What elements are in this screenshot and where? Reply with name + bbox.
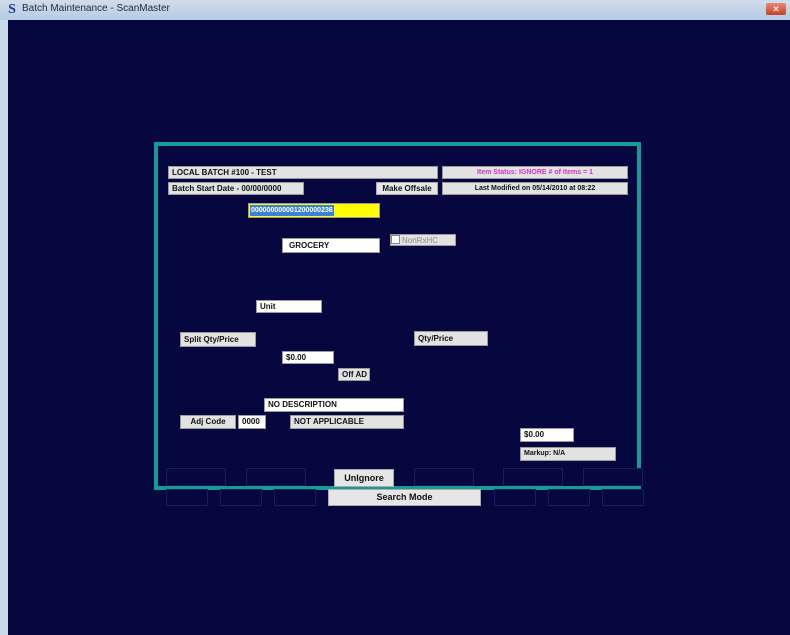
function-key-button[interactable] [414, 468, 474, 486]
description-field[interactable]: NO DESCRIPTION [264, 398, 404, 412]
function-key-button[interactable] [583, 468, 643, 486]
function-key-button[interactable] [503, 468, 563, 486]
batch-title: LOCAL BATCH #100 - TEST [168, 166, 438, 179]
adj-code-field[interactable]: 0000 [238, 415, 266, 429]
batch-start-date: Batch Start Date - 00/00/0000 [168, 182, 304, 195]
function-key-button[interactable] [166, 468, 226, 486]
split-qty-price-label[interactable]: Split Qty/Price [180, 332, 256, 347]
nonrxhc-label: NonRxHC [402, 236, 439, 245]
window-title: Batch Maintenance - ScanMaster [22, 3, 170, 14]
unit-field[interactable]: Unit [256, 300, 322, 313]
checkbox-icon [391, 235, 400, 244]
upc-value: 000000000001200000236 [250, 205, 334, 216]
function-key-button[interactable] [602, 489, 644, 506]
close-button[interactable]: ✕ [766, 3, 786, 15]
function-key-button[interactable] [548, 489, 590, 506]
qty-price-label[interactable]: Qty/Price [414, 331, 488, 346]
app-window: S Batch Maintenance - ScanMaster ✕ LOCAL… [0, 0, 790, 635]
markup-label: Markup: N/A [520, 447, 616, 461]
price-field[interactable]: $0.00 [282, 351, 334, 364]
unignore-button[interactable]: UnIgnore [334, 469, 394, 487]
function-key-button[interactable] [274, 489, 316, 506]
function-key-button[interactable] [494, 489, 536, 506]
right-price-field[interactable]: $0.00 [520, 428, 574, 442]
upc-field[interactable]: 000000000001200000236 [248, 203, 380, 218]
function-key-button[interactable] [166, 489, 208, 506]
last-modified: Last Modified on 05/14/2010 at 08:22 [442, 182, 628, 195]
department-field[interactable]: GROCERY [282, 238, 380, 253]
item-status: Item Status: IGNORE # of Items = 1 [442, 166, 628, 179]
search-mode-button[interactable]: Search Mode [328, 489, 481, 506]
function-key-button[interactable] [246, 468, 306, 486]
nonrxhc-checkbox[interactable]: NonRxHC [390, 234, 456, 246]
off-ad-button[interactable]: Off AD [338, 368, 370, 381]
adj-code-label: Adj Code [180, 415, 236, 429]
batch-form: LOCAL BATCH #100 - TEST Item Status: IGN… [154, 142, 641, 490]
adj-code-description: NOT APPLICABLE [290, 415, 404, 429]
make-offsale-button[interactable]: Make Offsale [376, 182, 438, 195]
title-bar[interactable]: S Batch Maintenance - ScanMaster ✕ [0, 0, 790, 20]
s-logo-icon: S [8, 2, 16, 17]
function-key-button[interactable] [220, 489, 262, 506]
